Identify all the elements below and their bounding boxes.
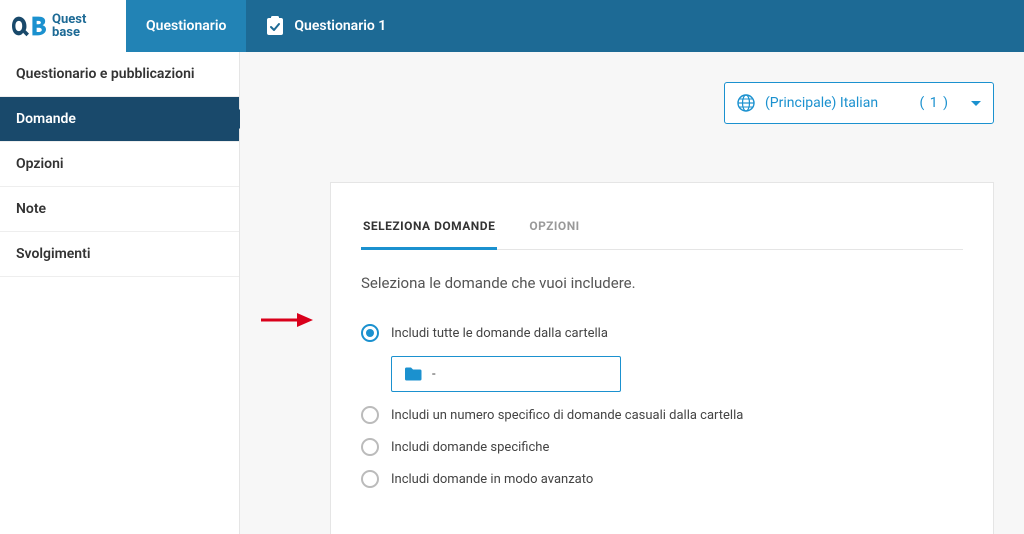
radio-icon [361, 324, 379, 342]
radio-modo-avanzato[interactable]: Includi domande in modo avanzato [361, 470, 963, 488]
logo[interactable]: Quest base [0, 0, 126, 52]
logo-icon [12, 13, 46, 39]
logo-text: Quest base [52, 13, 86, 39]
tab-label: Questionario [146, 18, 226, 34]
radio-label: Includi un numero specifico di domande c… [391, 408, 743, 423]
sidebar-item-domande[interactable]: Domande [0, 97, 239, 142]
folder-select[interactable]: - [391, 356, 621, 392]
tab-opzioni[interactable]: OPZIONI [527, 211, 581, 249]
tab-seleziona-domande[interactable]: SELEZIONA DOMANDE [361, 211, 497, 250]
instruction-text: Seleziona le domande che vuoi includere. [361, 274, 963, 292]
globe-icon [737, 94, 755, 112]
radio-label: Includi tutte le domande dalla cartella [391, 326, 608, 341]
sidebar-item-label: Opzioni [16, 156, 64, 172]
sidebar-item-label: Note [16, 201, 46, 217]
arrow-indicator-icon [259, 311, 313, 329]
sidebar-item-opzioni[interactable]: Opzioni [0, 142, 239, 187]
tab-label: Questionario 1 [294, 18, 386, 34]
content-panel: SELEZIONA DOMANDE OPZIONI Seleziona le d… [330, 182, 994, 534]
radio-icon [361, 406, 379, 424]
sidebar-item-label: Svolgimenti [16, 246, 90, 262]
radio-domande-specifiche[interactable]: Includi domande specifiche [361, 438, 963, 456]
language-count: ( 1 ) [920, 95, 949, 111]
app-header: Quest base Questionario Questionario 1 [0, 0, 1024, 52]
sidebar-item-note[interactable]: Note [0, 187, 239, 232]
tab-questionario[interactable]: Questionario [126, 0, 246, 52]
sidebar-item-label: Domande [16, 111, 76, 127]
sidebar-item-svolgimenti[interactable]: Svolgimenti [0, 232, 239, 277]
inner-tab-label: OPZIONI [529, 219, 579, 233]
caret-down-icon [971, 101, 981, 106]
radio-numero-specifico[interactable]: Includi un numero specifico di domande c… [361, 406, 963, 424]
radio-icon [361, 438, 379, 456]
folder-value: - [432, 367, 436, 382]
clipboard-check-icon [266, 16, 284, 36]
sidebar-item-questionario-pubblicazioni[interactable]: Questionario e pubblicazioni [0, 52, 239, 97]
tab-questionario-1[interactable]: Questionario 1 [246, 0, 406, 52]
radio-label: Includi domande specifiche [391, 440, 549, 455]
language-dropdown[interactable]: (Principale) Italian ( 1 ) [724, 82, 994, 124]
inner-tab-label: SELEZIONA DOMANDE [363, 219, 495, 233]
include-options-group: Includi tutte le domande dalla cartella … [361, 324, 963, 488]
folder-icon [404, 367, 422, 381]
sidebar: Questionario e pubblicazioni Domande Opz… [0, 52, 240, 534]
radio-icon [361, 470, 379, 488]
language-label: (Principale) Italian [765, 95, 878, 111]
radio-label: Includi domande in modo avanzato [391, 472, 593, 487]
radio-includi-tutte[interactable]: Includi tutte le domande dalla cartella [361, 324, 963, 342]
main-content: (Principale) Italian ( 1 ) SELEZIONA DOM… [240, 52, 1024, 534]
panel-tabs: SELEZIONA DOMANDE OPZIONI [361, 211, 963, 250]
sidebar-item-label: Questionario e pubblicazioni [16, 66, 195, 82]
